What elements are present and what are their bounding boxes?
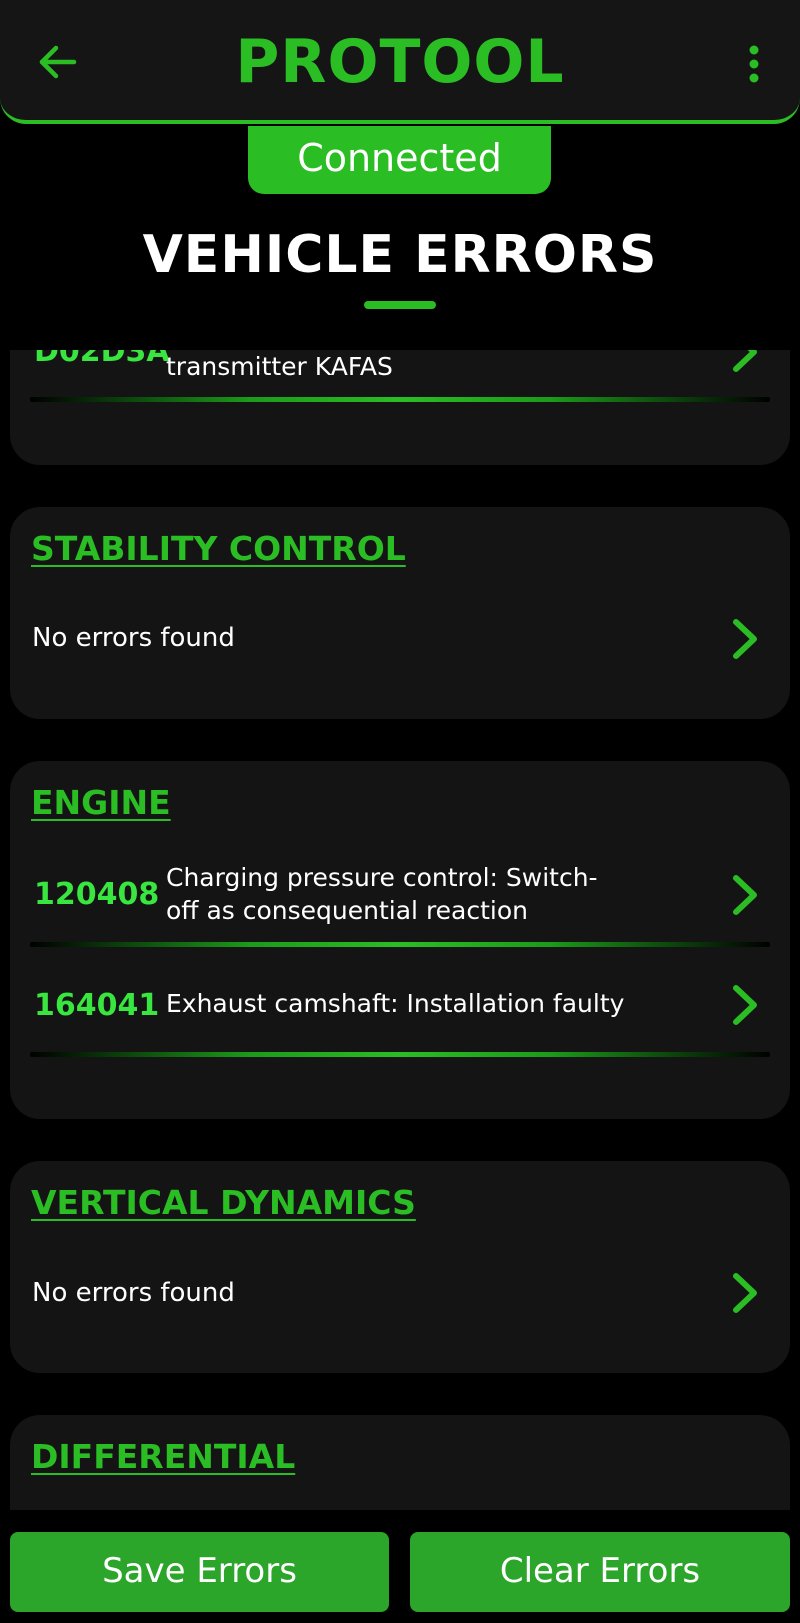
- title-underline: [364, 301, 436, 309]
- module-card-vertical-dynamics: VERTICAL DYNAMICS No errors found: [10, 1161, 790, 1373]
- module-card-stability-control: STABILITY CONTROL No errors found: [10, 507, 790, 719]
- error-description: Exhaust camshaft: Installation faulty: [166, 989, 625, 1018]
- app-title: PROTOOL: [235, 27, 565, 97]
- section-title-engine[interactable]: ENGINE: [31, 783, 171, 823]
- more-options-button[interactable]: [734, 34, 774, 94]
- section-title-differential[interactable]: DIFFERENTIAL: [31, 1437, 295, 1477]
- row-divider: [30, 942, 770, 947]
- connection-status-badge: Connected: [248, 126, 551, 194]
- row-divider: [30, 1052, 770, 1057]
- chevron-right-icon[interactable]: [728, 873, 762, 917]
- no-errors-label: No errors found: [32, 623, 235, 653]
- error-description: Charging pressure control: Switch-off as…: [166, 863, 598, 925]
- app-bar: PROTOOL: [0, 0, 800, 124]
- page-title: VEHICLE ERRORS: [142, 225, 658, 285]
- bottom-action-bar: Save Errors Clear Errors: [0, 1510, 800, 1623]
- chevron-right-icon[interactable]: [728, 983, 762, 1027]
- more-vertical-icon: [749, 45, 759, 83]
- row-divider: [30, 397, 770, 402]
- module-card-engine: ENGINE 120408 Charging pressure control:…: [10, 761, 790, 1119]
- error-code: 164041: [34, 988, 160, 1023]
- error-code: 120408: [34, 877, 160, 912]
- section-title-stability-control[interactable]: STABILITY CONTROL: [31, 529, 406, 569]
- clear-errors-button[interactable]: Clear Errors: [410, 1532, 790, 1612]
- save-errors-button[interactable]: Save Errors: [10, 1532, 389, 1612]
- error-description: transmitter KAFAS: [166, 352, 393, 381]
- no-errors-label: No errors found: [32, 1278, 235, 1308]
- vehicle-errors-screen: D02D3A transmitter KAFAS STABILITY CONTR…: [0, 0, 800, 1623]
- section-title-vertical-dynamics[interactable]: VERTICAL DYNAMICS: [31, 1183, 416, 1223]
- chevron-right-icon[interactable]: [728, 1271, 762, 1315]
- chevron-right-icon[interactable]: [728, 617, 762, 661]
